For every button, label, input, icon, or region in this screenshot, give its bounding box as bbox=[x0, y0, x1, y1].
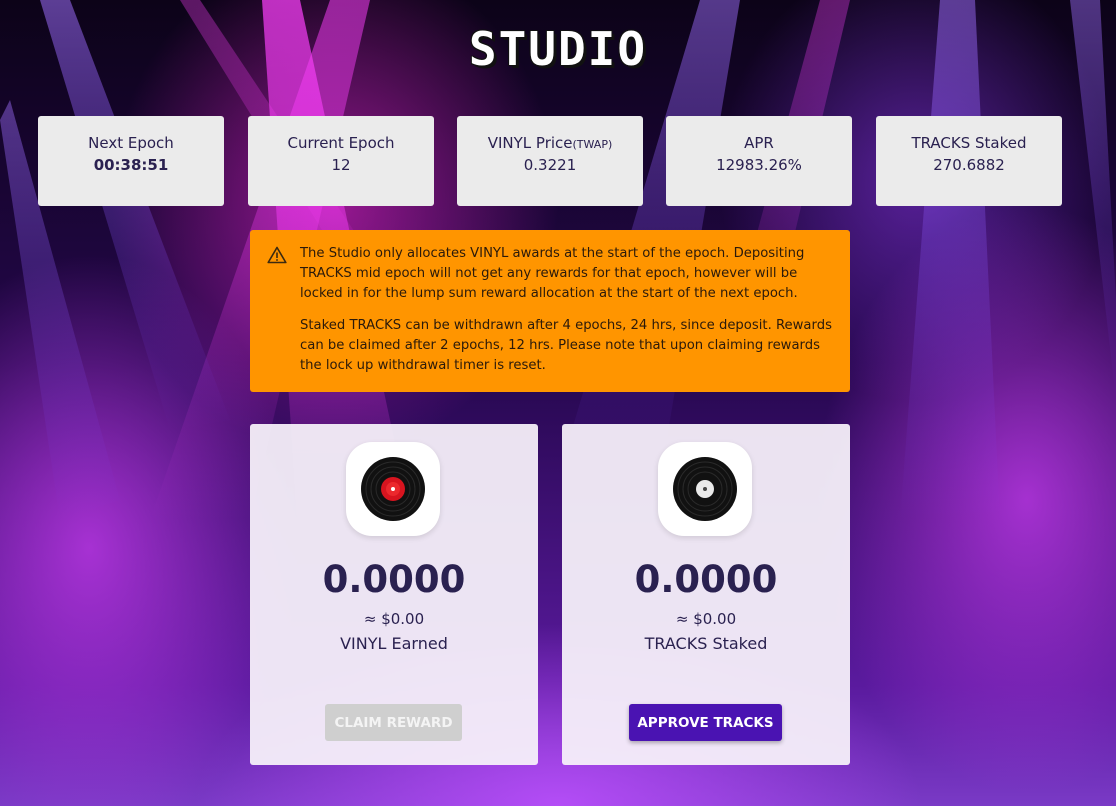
vinyl-earned-card: 0.0000 ≈ $0.00 VINYL Earned CLAIM REWARD bbox=[250, 424, 538, 765]
stat-vinyl-price-value: 0.3221 bbox=[523, 156, 577, 174]
tracks-staked-card: 0.0000 ≈ $0.00 TRACKS Staked APPROVE TRA… bbox=[562, 424, 850, 765]
warning-triangle-icon bbox=[267, 246, 287, 264]
page-title: STUDIO bbox=[468, 22, 648, 76]
claim-reward-button[interactable]: CLAIM REWARD bbox=[325, 704, 462, 741]
stat-current-epoch: Current Epoch 12 bbox=[248, 116, 434, 206]
vinyl-record-red-icon bbox=[361, 457, 425, 521]
warning-paragraph-1: The Studio only allocates VINYL awards a… bbox=[300, 246, 805, 301]
tracks-staked-amount: 0.0000 bbox=[634, 558, 778, 601]
stat-vinyl-price-label-suffix: (TWAP) bbox=[572, 138, 613, 151]
vinyl-earned-icon-box bbox=[346, 442, 440, 536]
tracks-staked-usd: ≈ $0.00 bbox=[675, 610, 737, 628]
stat-vinyl-price-label-wrap: VINYL Price(TWAP) bbox=[457, 134, 643, 152]
vinyl-record-white-icon bbox=[673, 457, 737, 521]
stat-current-epoch-label: Current Epoch bbox=[287, 134, 395, 152]
stat-tracks-staked: TRACKS Staked 270.6882 bbox=[876, 116, 1062, 206]
stat-apr-value: 12983.26% bbox=[716, 156, 802, 174]
stat-next-epoch-value: 00:38:51 bbox=[93, 156, 169, 174]
stat-vinyl-price-label: VINYL Price bbox=[487, 134, 573, 152]
vinyl-earned-usd: ≈ $0.00 bbox=[363, 610, 425, 628]
stat-next-epoch: Next Epoch 00:38:51 bbox=[38, 116, 224, 206]
vinyl-earned-amount: 0.0000 bbox=[322, 558, 466, 601]
stat-current-epoch-value: 12 bbox=[331, 156, 351, 174]
stat-tracks-staked-value: 270.6882 bbox=[933, 156, 1005, 174]
stat-next-epoch-label: Next Epoch bbox=[88, 134, 174, 152]
tracks-staked-icon-box bbox=[658, 442, 752, 536]
stat-vinyl-price: VINYL Price(TWAP) 0.3221 bbox=[457, 116, 643, 206]
tracks-staked-label: TRACKS Staked bbox=[644, 634, 768, 653]
warning-alert: The Studio only allocates VINYL awards a… bbox=[250, 230, 850, 392]
approve-tracks-button[interactable]: APPROVE TRACKS bbox=[629, 704, 782, 741]
stat-apr: APR 12983.26% bbox=[666, 116, 852, 206]
stat-tracks-staked-label: TRACKS Staked bbox=[911, 134, 1027, 152]
stat-apr-label: APR bbox=[744, 134, 774, 152]
warning-paragraph-2: Staked TRACKS can be withdrawn after 4 e… bbox=[300, 318, 832, 373]
vinyl-earned-label: VINYL Earned bbox=[340, 634, 448, 653]
